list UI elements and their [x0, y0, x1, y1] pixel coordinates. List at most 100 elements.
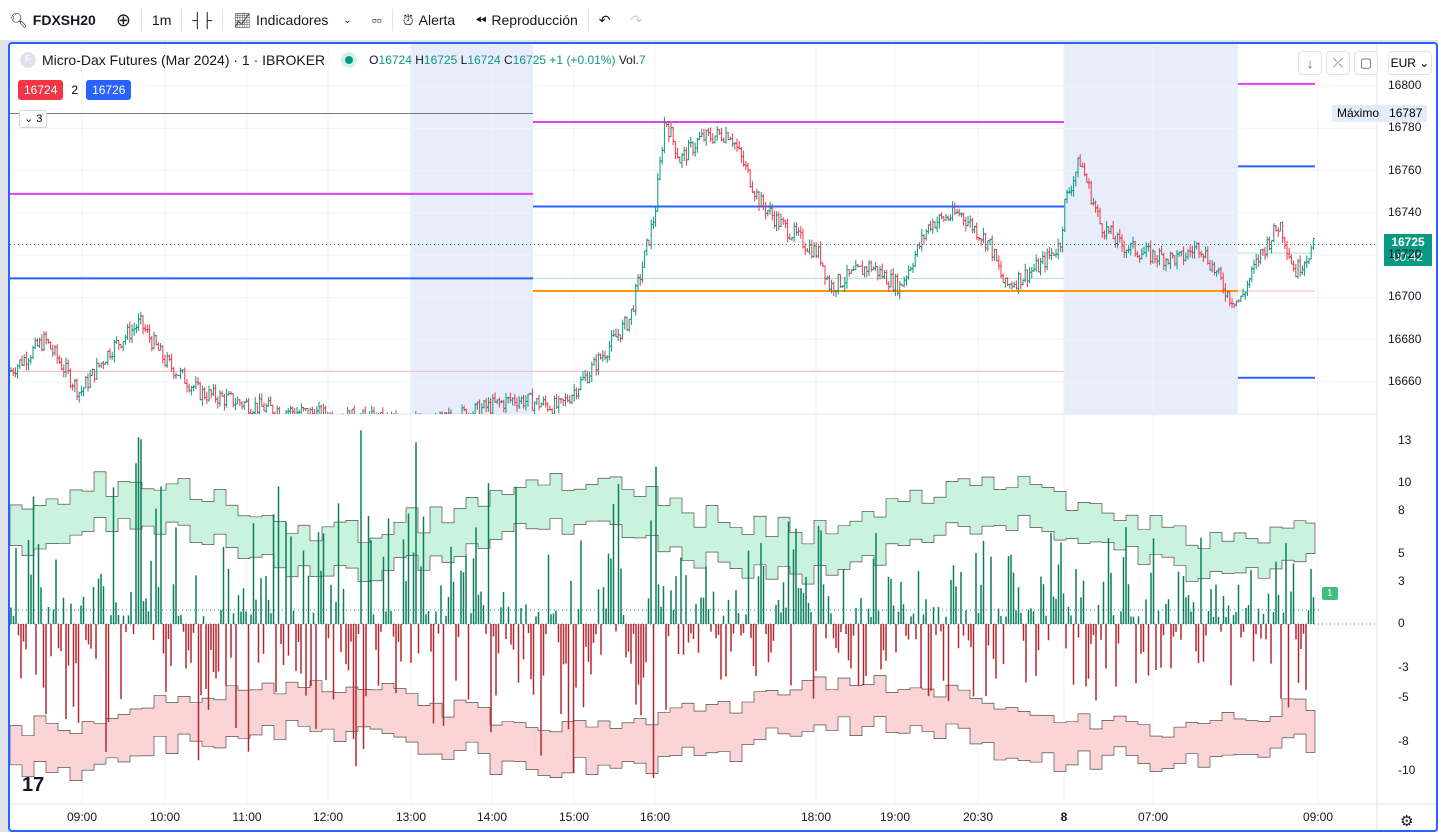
- interval-button[interactable]: 1m: [142, 0, 181, 40]
- price-bar: [185, 378, 189, 393]
- oscillator-tick: -3: [1398, 660, 1409, 675]
- alert-button[interactable]: ⏰︎ Alerta: [393, 0, 466, 40]
- price-bar: [706, 128, 710, 137]
- sell-button[interactable]: 16724: [18, 80, 64, 100]
- price-bar: [640, 261, 644, 284]
- price-bar: [746, 162, 750, 174]
- price-bar: [97, 362, 101, 368]
- rewind-icon: ⏪︎: [475, 11, 487, 28]
- price-bar: [823, 265, 827, 286]
- price-bar: [262, 402, 266, 412]
- time-tick: 12:00: [312, 810, 344, 824]
- price-bar: [82, 387, 86, 397]
- buy-button[interactable]: 16726: [86, 80, 132, 100]
- price-bar: [794, 222, 798, 236]
- price-bar: [629, 308, 633, 326]
- bars-icon: ┤├: [192, 12, 213, 28]
- chart-frame[interactable]: F Micro-Dax Futures (Mar 2024) · 1 · IBR…: [8, 42, 1438, 832]
- settings-gear-icon[interactable]: ⚙: [1400, 812, 1413, 830]
- price-tick: 16800: [1388, 78, 1422, 92]
- price-bar: [658, 156, 662, 181]
- price-bar: [786, 218, 790, 243]
- price-bar: [924, 229, 928, 241]
- price-bar: [572, 384, 576, 402]
- price-bar: [101, 360, 105, 370]
- price-bar: [981, 227, 985, 244]
- price-bar: [634, 283, 638, 316]
- close-value: 16725: [512, 53, 547, 67]
- price-bar: [302, 406, 306, 412]
- price-bar: [211, 384, 215, 396]
- price-bar: [355, 421, 358, 428]
- price-bar: [810, 239, 814, 259]
- plus-circle-icon: ⊕: [115, 9, 131, 30]
- price-bar: [1298, 255, 1302, 277]
- price-bar: [819, 241, 823, 266]
- price-bar: [238, 398, 242, 407]
- chart-canvas[interactable]: [10, 44, 1438, 832]
- price-bar: [71, 383, 75, 391]
- price-bar: [310, 406, 314, 414]
- price-bar: [156, 342, 160, 351]
- redo-button[interactable]: ↷: [621, 0, 653, 40]
- price-bar: [391, 411, 393, 414]
- price-bar: [342, 413, 344, 414]
- price-bar: [968, 215, 972, 228]
- price-bar: [253, 397, 257, 414]
- price-bar: [893, 273, 897, 297]
- price-bar: [344, 419, 347, 428]
- price-bar: [1041, 250, 1045, 265]
- time-tick: 16:00: [639, 810, 671, 824]
- indicators-label: Indicadores: [255, 12, 329, 28]
- collapse-indicators-button[interactable]: ⌄ 3: [19, 110, 48, 128]
- price-bar: [546, 402, 550, 412]
- chevron-down-icon[interactable]: ⌄: [343, 15, 351, 26]
- price-bar: [207, 385, 211, 402]
- price-bar: [739, 146, 743, 163]
- scroll-to-latest-button[interactable]: ↓: [1298, 51, 1322, 75]
- collapse-icon: ⤫: [1332, 55, 1344, 70]
- price-bar: [986, 240, 990, 252]
- price-bar: [64, 357, 68, 378]
- price-bar: [636, 274, 640, 292]
- high-value: 16725: [423, 53, 458, 67]
- price-bar: [599, 353, 603, 360]
- price-bar: [856, 264, 860, 268]
- price-bar: [1303, 261, 1307, 276]
- indicators-button[interactable]: 📈︎ Indicadores ⌄: [223, 0, 362, 40]
- price-bar: [970, 217, 974, 234]
- time-tick: 15:00: [558, 810, 590, 824]
- time-tick: 09:00: [66, 810, 98, 824]
- redo-icon: ↷: [630, 11, 643, 28]
- alarm-icon: ⏰︎: [402, 11, 414, 28]
- price-bar: [403, 425, 406, 431]
- price-bar: [205, 391, 209, 404]
- price-bar: [143, 324, 147, 333]
- chart-legend: F Micro-Dax Futures (Mar 2024) · 1 · IBR…: [20, 52, 646, 68]
- price-bar: [20, 355, 24, 366]
- compare-button[interactable]: ⊕: [106, 0, 141, 40]
- alert-label: Alerta: [418, 12, 456, 28]
- tradingview-logo[interactable]: 17: [22, 774, 44, 797]
- replay-button[interactable]: ⏪︎ Reproducción: [465, 0, 588, 40]
- price-bar: [764, 201, 768, 220]
- price-bar: [366, 413, 368, 414]
- price-bar: [277, 406, 280, 414]
- undo-button[interactable]: ↶: [589, 0, 621, 40]
- price-bar: [1019, 273, 1023, 290]
- maximize-pane-button[interactable]: ▢: [1354, 51, 1378, 75]
- price-bar: [946, 215, 950, 222]
- currency-select[interactable]: EUR ⌄: [1388, 51, 1432, 75]
- collapse-pane-button[interactable]: ⤫: [1326, 51, 1350, 75]
- chart-type-button[interactable]: ┤├: [182, 0, 222, 40]
- price-bar: [430, 413, 432, 414]
- price-bar: [296, 406, 299, 414]
- layouts-button[interactable]: ▫▫: [362, 0, 392, 40]
- price-bar: [614, 328, 618, 338]
- symbol-search[interactable]: 🔍︎ FDXSH20: [0, 0, 106, 40]
- price-bar: [539, 402, 543, 408]
- price-bar: [255, 402, 259, 414]
- price-bar: [1270, 240, 1274, 254]
- price-bar: [352, 405, 355, 414]
- price-tick: 16660: [1388, 373, 1422, 388]
